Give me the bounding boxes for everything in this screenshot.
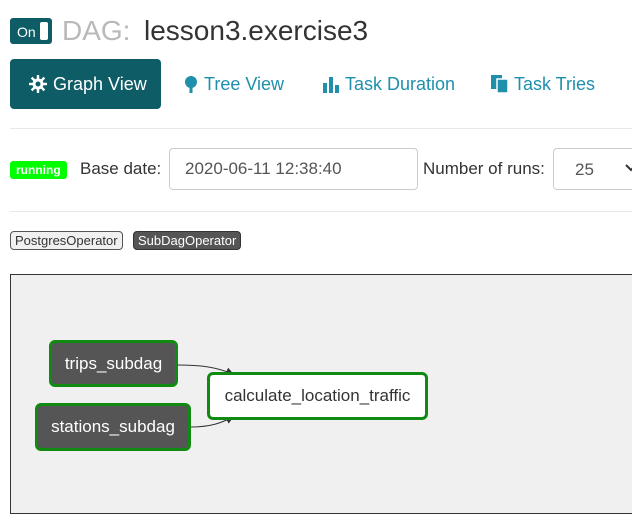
chevron-down-icon <box>625 164 632 172</box>
tab-graph-view[interactable]: Graph View <box>10 59 161 109</box>
gear-icon <box>29 75 47 93</box>
tree-icon <box>185 76 197 93</box>
graph-node-trips-subdag[interactable]: trips_subdag <box>49 340 178 387</box>
divider <box>10 211 632 212</box>
graph-node-calculate-location-traffic[interactable]: calculate_location_traffic <box>207 372 428 420</box>
tab-label: Graph View <box>53 73 147 94</box>
base-date-input[interactable] <box>169 148 418 190</box>
tab-label: Task Duration <box>345 73 456 94</box>
node-label: trips_subdag <box>64 353 163 373</box>
operator-legend-postgres: PostgresOperator <box>10 231 123 250</box>
tab-label: Tree View <box>204 73 285 94</box>
tab-task-tries[interactable]: Task Tries <box>491 59 595 109</box>
node-label: calculate_location_traffic <box>224 386 411 405</box>
base-date-label: Base date: <box>80 159 162 178</box>
num-runs-value: 25 <box>575 160 594 179</box>
num-runs-label: Number of runs: <box>423 159 545 178</box>
divider <box>10 128 632 129</box>
dag-title: lesson3.exercise3 <box>144 15 369 46</box>
graph-node-stations-subdag[interactable]: stations_subdag <box>35 403 191 451</box>
bar-chart-icon <box>323 77 339 93</box>
dag-graph[interactable]: trips_subdag stations_subdag calculate_l… <box>10 274 632 514</box>
tab-label: Task Tries <box>514 73 596 94</box>
toggle-label: On <box>17 24 36 40</box>
toggle-knob <box>40 22 48 40</box>
dag-on-toggle[interactable]: On <box>10 18 52 44</box>
files-icon <box>491 75 509 93</box>
node-label: stations_subdag <box>51 417 175 436</box>
num-runs-select[interactable]: 25 <box>553 148 632 190</box>
status-badge: running <box>10 161 67 179</box>
tab-task-duration[interactable]: Task Duration <box>323 59 455 109</box>
operator-legend-subdag: SubDagOperator <box>133 231 242 250</box>
tab-tree-view[interactable]: Tree View <box>183 59 284 109</box>
dag-title-prefix: DAG: <box>62 15 131 46</box>
